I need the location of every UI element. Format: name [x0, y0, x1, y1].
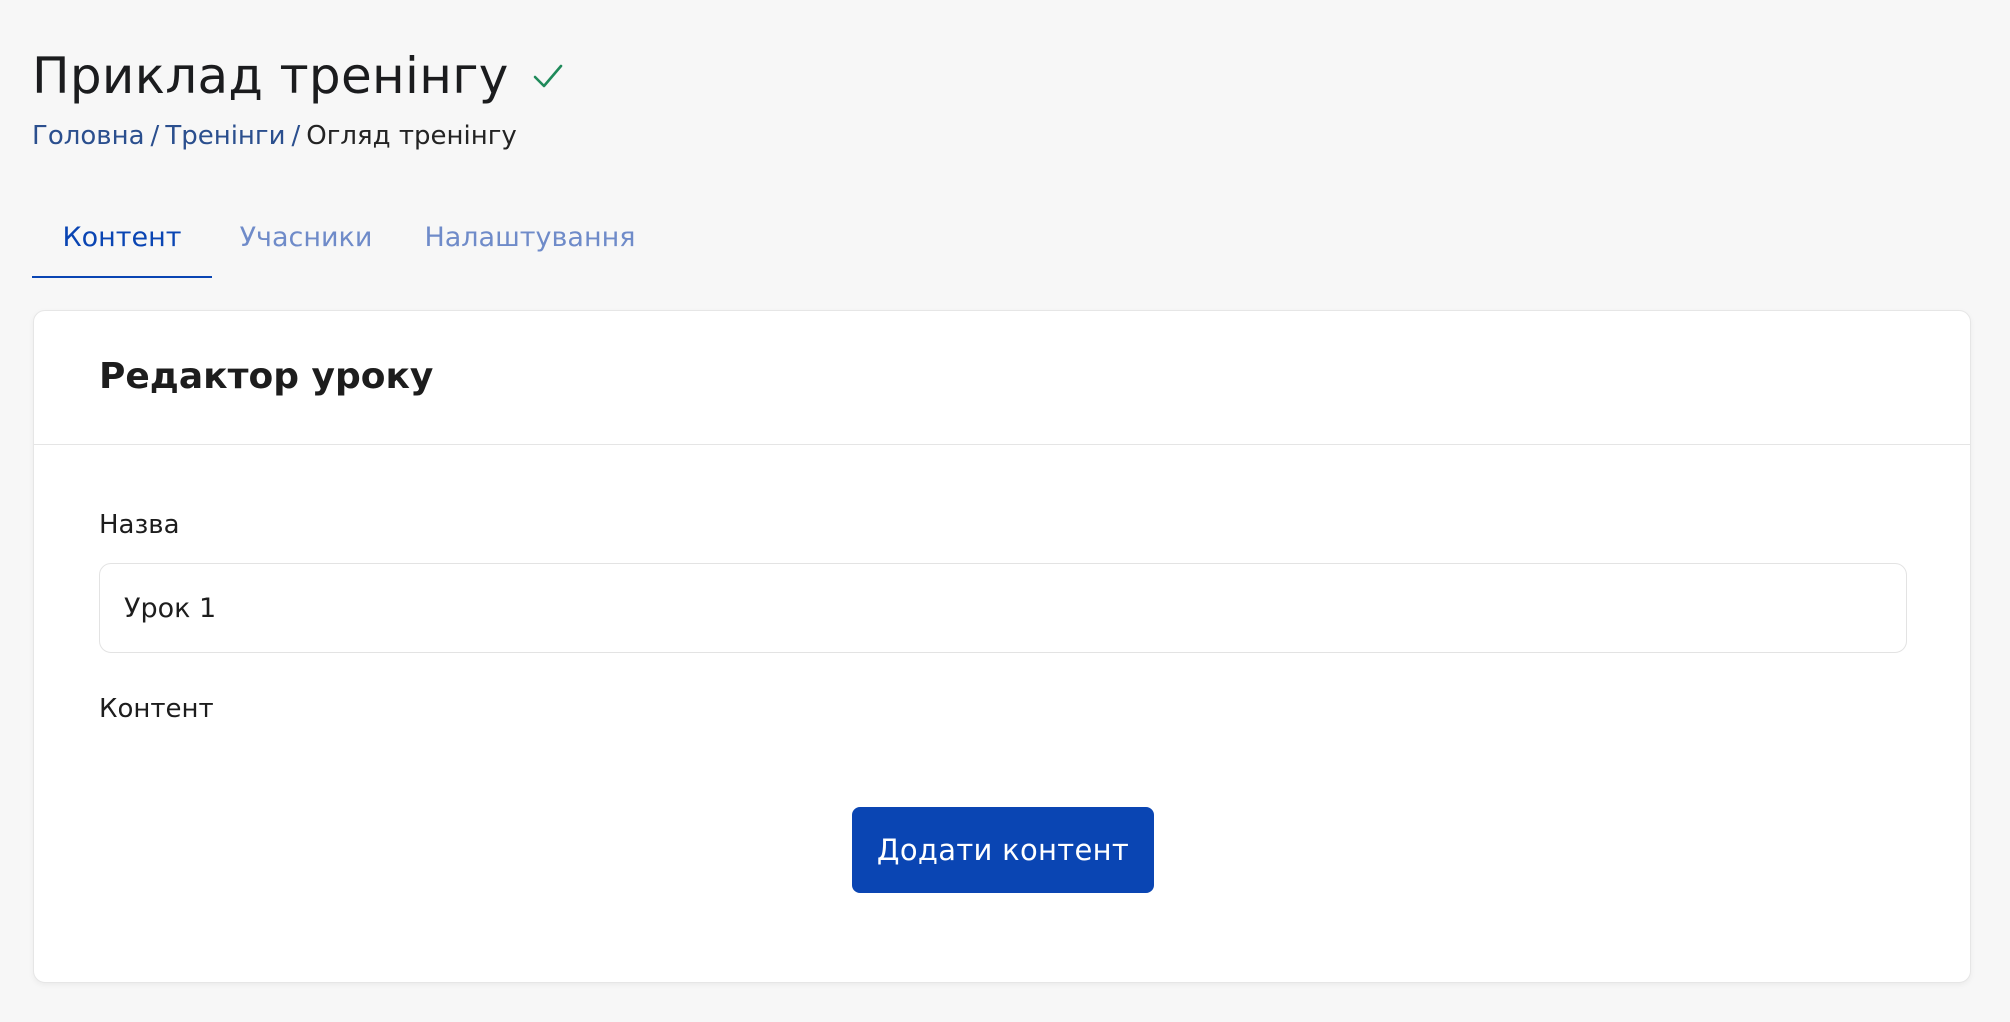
tab-bar: Контент Учасники Налаштування [32, 212, 660, 278]
tab-content[interactable]: Контент [32, 212, 212, 278]
page: Приклад тренінгу Головна / Тренінги / Огляд … [0, 0, 2010, 1022]
breadcrumb-trainings-link[interactable]: Тренінги [165, 121, 285, 151]
tab-settings[interactable]: Налаштування [400, 212, 660, 278]
page-title: Приклад тренінгу [32, 47, 509, 105]
card-header: Редактор уроку [34, 311, 1970, 445]
breadcrumb-current: Огляд тренінгу [306, 121, 517, 151]
breadcrumb-separator: / [150, 121, 160, 151]
breadcrumb: Головна / Тренінги / Огляд тренінгу [32, 118, 517, 154]
add-content-button[interactable]: Додати контент [852, 807, 1154, 893]
check-icon [531, 59, 565, 93]
lesson-name-input[interactable] [99, 563, 1907, 653]
tab-participants[interactable]: Учасники [212, 212, 400, 278]
title-row: Приклад тренінгу [32, 44, 565, 108]
lesson-editor-card: Редактор уроку Назва Контент Додати конт… [33, 310, 1971, 983]
name-label: Назва [99, 510, 180, 540]
breadcrumb-separator: / [291, 121, 301, 151]
breadcrumb-home-link[interactable]: Головна [32, 121, 145, 151]
content-label: Контент [99, 694, 214, 724]
card-title: Редактор уроку [99, 356, 434, 397]
